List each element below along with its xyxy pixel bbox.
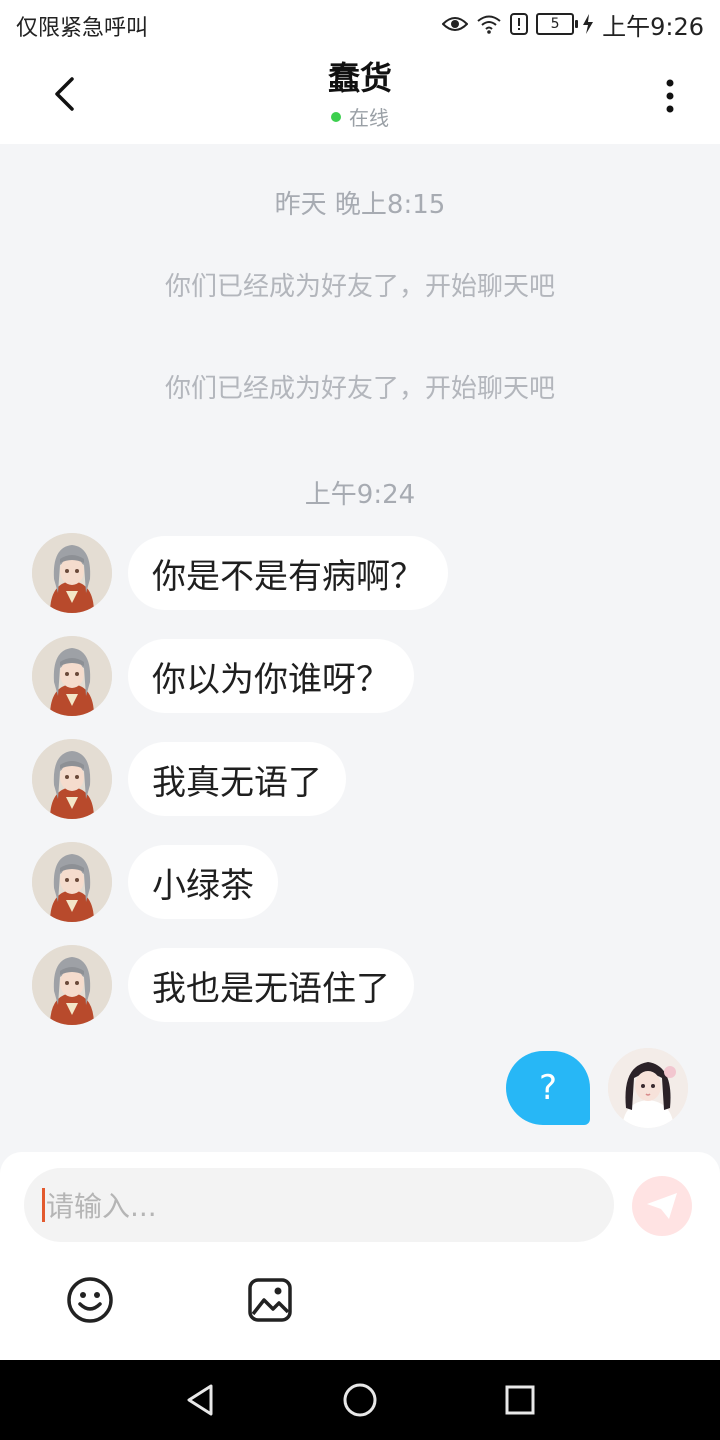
status-icons: 5 上午9:26 (442, 8, 704, 41)
nav-recents-button[interactable] (500, 1380, 540, 1420)
contact-avatar[interactable] (32, 945, 112, 1025)
contact-avatar[interactable] (32, 739, 112, 819)
contact-avatar[interactable] (32, 533, 112, 613)
online-status-label: 在线 (349, 106, 389, 130)
contact-avatar[interactable] (32, 842, 112, 922)
contact-name: 蠢货 (327, 59, 392, 97)
incoming-message: 你以为你谁呀？ (32, 636, 414, 716)
send-icon (647, 1193, 677, 1219)
more-options-button[interactable] (646, 68, 694, 124)
timestamp: 昨天 晚上8:15 (274, 190, 446, 220)
nav-home-button[interactable] (340, 1380, 380, 1420)
nav-back-button[interactable] (180, 1380, 220, 1420)
message-input-box[interactable] (24, 1168, 614, 1244)
back-triangle-icon (187, 1384, 213, 1416)
status-time: 上午9:26 (602, 12, 704, 41)
status-bar: 仅限紧急呼叫 5 上午9:26 (0, 0, 720, 48)
wifi-icon (476, 14, 502, 34)
charging-icon (582, 14, 594, 34)
message-bubble[interactable]: 你是不是有病啊？ (128, 536, 448, 610)
alert-icon (510, 13, 529, 35)
system-message: 你们已经成为好友了，开始聊天吧 (164, 272, 555, 302)
incoming-message: 我真无语了 (32, 739, 346, 819)
online-status: 在线 (331, 102, 389, 131)
recents-square-icon (505, 1385, 535, 1415)
system-message: 你们已经成为好友了，开始聊天吧 (164, 374, 555, 404)
message-bubble[interactable]: 我也是无语住了 (128, 948, 414, 1022)
emoji-icon (67, 1277, 113, 1323)
online-dot-icon (331, 111, 341, 122)
send-button[interactable] (632, 1176, 692, 1236)
incoming-message: 你是不是有病啊？ (32, 533, 448, 613)
message-bubble[interactable]: 小绿茶 (128, 845, 278, 919)
message-bubble-outgoing[interactable]: ? (506, 1051, 590, 1125)
message-list[interactable]: 昨天 晚上8:15 你们已经成为好友了，开始聊天吧 你们已经成为好友了，开始聊天… (0, 144, 720, 1152)
more-vertical-icon (666, 79, 674, 113)
battery-icon: 5 (536, 13, 579, 35)
eye-icon (442, 15, 469, 33)
contact-avatar[interactable] (32, 636, 112, 716)
message-bubble[interactable]: 你以为你谁呀？ (128, 639, 414, 713)
message-input[interactable] (44, 1168, 608, 1244)
system-nav-bar (0, 1360, 720, 1440)
chat-header: 蠢货 在线 (0, 48, 720, 144)
chat-title-block: 蠢货 在线 (0, 56, 720, 131)
home-circle-icon (343, 1383, 377, 1417)
image-button[interactable] (246, 1276, 294, 1324)
composer (0, 1152, 720, 1360)
incoming-message: 小绿茶 (32, 842, 278, 922)
image-icon (248, 1278, 292, 1322)
my-avatar[interactable] (608, 1048, 688, 1128)
emoji-button[interactable] (66, 1276, 114, 1324)
message-bubble[interactable]: 我真无语了 (128, 742, 346, 816)
incoming-message: 我也是无语住了 (32, 945, 414, 1025)
outgoing-message: ? (506, 1048, 688, 1128)
timestamp: 上午9:24 (304, 480, 416, 510)
status-carrier-text: 仅限紧急呼叫 (16, 16, 149, 41)
